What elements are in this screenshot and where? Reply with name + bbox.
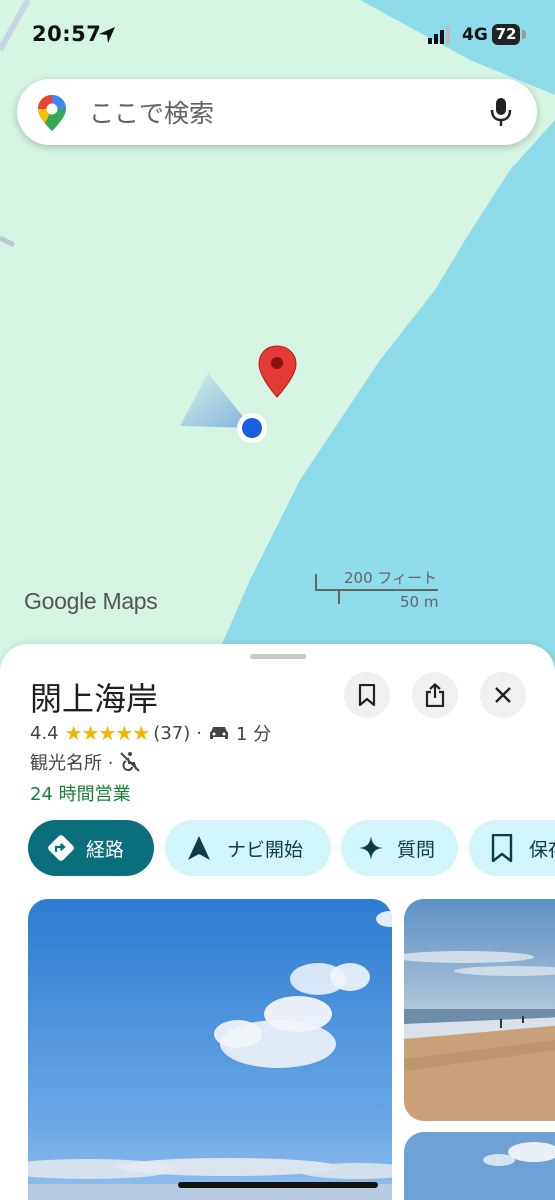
- place-photo-sky-2[interactable]: [404, 1132, 555, 1200]
- directions-icon: [48, 835, 74, 861]
- category-row: 観光名所 ·: [30, 749, 141, 775]
- rating-row[interactable]: 4.4 ★★★★★ (37) · 1 分: [30, 720, 271, 746]
- battery-cap: [522, 30, 526, 39]
- start-navigation-label: ナビ開始: [227, 838, 304, 861]
- scale-label-feet: 200 フィート: [344, 569, 438, 587]
- close-icon: [495, 687, 511, 703]
- review-count: (37): [153, 722, 191, 744]
- search-input[interactable]: [87, 91, 471, 135]
- bookmark-icon: [358, 684, 376, 706]
- separator-dot: ·: [196, 722, 202, 744]
- ask-label: 質問: [397, 838, 436, 861]
- action-chips: 経路 ナビ開始 質問 保存: [28, 820, 555, 876]
- share-button[interactable]: [412, 672, 458, 718]
- search-bar[interactable]: [17, 79, 537, 145]
- not-wheelchair-accessible-icon: [120, 752, 141, 772]
- bookmark-icon: [491, 834, 513, 862]
- star-rating-icon: ★★★★★: [64, 721, 151, 745]
- google-maps-watermark: Google Maps: [24, 588, 158, 614]
- sparkle-icon: [359, 836, 383, 860]
- status-bar: 20:57 4G 72: [0, 0, 555, 70]
- place-photo-sky[interactable]: [28, 899, 392, 1200]
- rating-value: 4.4: [30, 722, 59, 744]
- network-type: 4G: [462, 25, 488, 45]
- location-arrow-icon: [99, 27, 115, 43]
- start-navigation-button[interactable]: ナビ開始: [165, 820, 331, 876]
- my-location-dot: [242, 418, 262, 438]
- home-indicator[interactable]: [178, 1182, 378, 1188]
- save-chip-button[interactable]: 保存: [469, 820, 555, 876]
- status-time: 20:57: [32, 22, 102, 46]
- save-button[interactable]: [344, 672, 390, 718]
- place-title: 閖上海岸: [30, 680, 159, 718]
- battery-icon: 72: [492, 24, 520, 45]
- ask-button[interactable]: 質問: [341, 820, 458, 876]
- place-photo-beach[interactable]: [404, 899, 555, 1121]
- place-bottom-sheet[interactable]: 閖上海岸 4.4 ★★★★★ (37) · 1 分 観光名所 · 24 時間営業…: [0, 644, 555, 1200]
- share-icon: [425, 683, 445, 707]
- microphone-icon[interactable]: [489, 96, 513, 128]
- place-category: 観光名所 ·: [30, 753, 114, 774]
- directions-label: 経路: [86, 838, 125, 861]
- opening-hours: 24 時間営業: [30, 784, 131, 805]
- car-icon: [209, 727, 228, 739]
- close-button[interactable]: [480, 672, 526, 718]
- save-chip-label: 保存: [529, 838, 555, 861]
- scale-label-meters: 50 m: [400, 593, 439, 611]
- directions-button[interactable]: 経路: [28, 820, 154, 876]
- drive-time: 1 分: [235, 724, 272, 745]
- signal-bars-icon: [428, 26, 450, 44]
- navigation-arrow-icon: [188, 836, 210, 860]
- sheet-drag-handle[interactable]: [250, 654, 306, 659]
- maps-pin-logo-icon: [38, 95, 66, 131]
